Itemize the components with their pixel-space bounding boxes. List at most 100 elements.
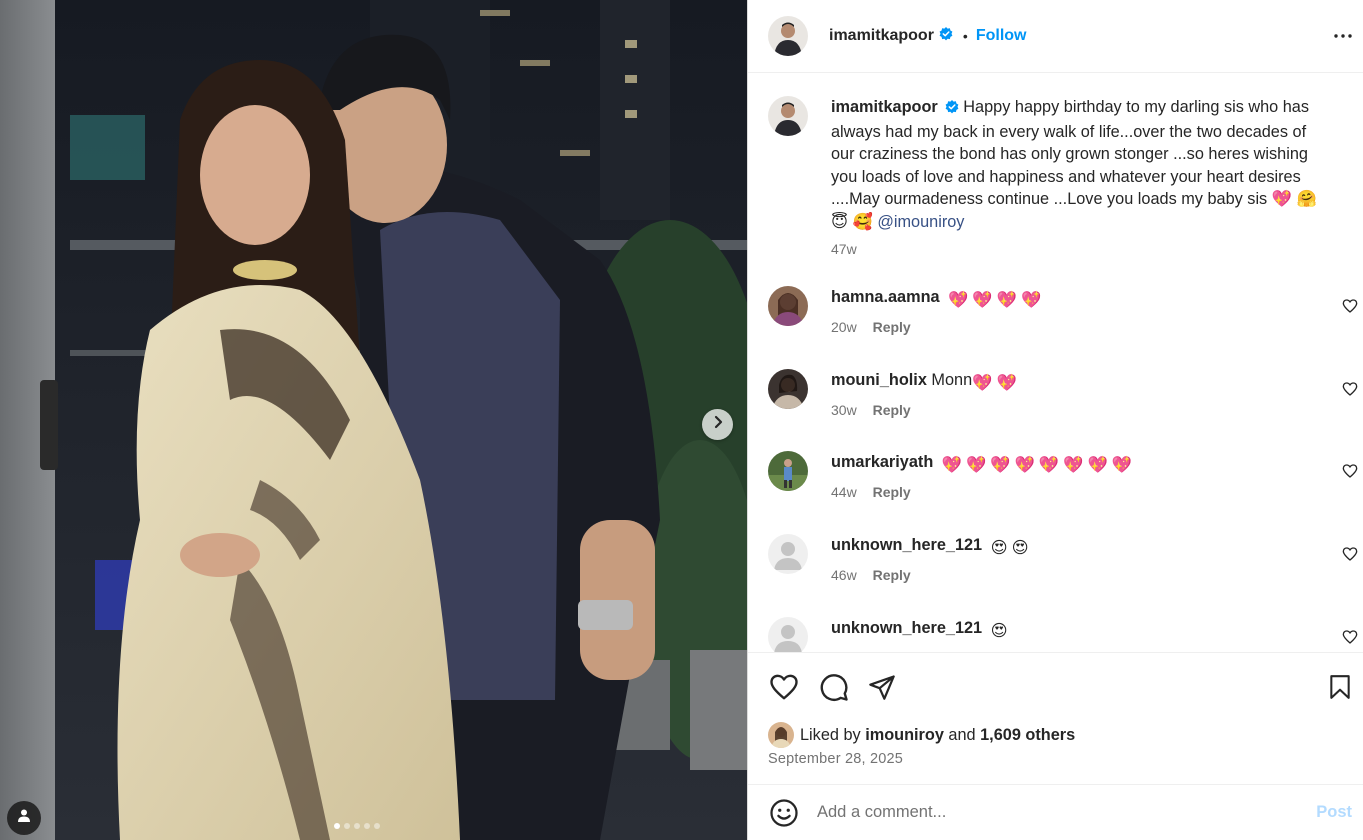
heart-icon[interactable]: [1342, 629, 1358, 645]
carousel-dot: [364, 823, 370, 829]
header-separator: •: [962, 28, 968, 44]
comment-line: hamna.aamna 💖 💖 💖 💖: [831, 286, 1041, 311]
comment-timestamp[interactable]: 20w: [831, 319, 857, 335]
caption-emoji: 💖: [1271, 190, 1293, 208]
paper-plane-icon[interactable]: [866, 671, 898, 703]
comment-emoji: 💖: [1014, 456, 1035, 474]
follow-button[interactable]: Follow: [976, 27, 1027, 45]
comment-emoji: 💖: [1087, 456, 1108, 474]
post-actions: Liked by imouniroy and 1,609 others Sept…: [748, 652, 1363, 784]
carousel-dot: [374, 823, 380, 829]
commenter-avatar[interactable]: [768, 286, 808, 326]
caption-author-avatar[interactable]: [768, 96, 808, 136]
carousel-dot: [334, 823, 340, 829]
comment-timestamp[interactable]: 30w: [831, 402, 857, 418]
comment-username[interactable]: hamna.aamna: [831, 288, 940, 306]
comment-item: unknown_here_121 😍: [768, 617, 1358, 652]
bookmark-icon[interactable]: [1324, 671, 1356, 703]
tagged-people-button[interactable]: [7, 801, 41, 835]
heart-icon[interactable]: [768, 671, 800, 703]
comment-line: unknown_here_121 😍 😍: [831, 534, 1029, 559]
liker-username[interactable]: imouniroy: [865, 726, 944, 745]
comment-body: umarkariyath 💖 💖 💖 💖 💖 💖 💖 💖 44w Reply: [831, 451, 1132, 500]
heart-icon[interactable]: [1342, 298, 1358, 314]
post-photo[interactable]: [0, 0, 747, 840]
comment-emoji: 💖: [941, 456, 963, 474]
next-photo-button[interactable]: [702, 409, 733, 440]
comment-item: hamna.aamna 💖 💖 💖 💖 20w Reply: [768, 286, 1358, 335]
comment-meta: 20w Reply: [831, 319, 1041, 335]
comment-line: unknown_here_121 😍: [831, 617, 1008, 642]
likes-others-link[interactable]: 1,609 others: [980, 726, 1075, 745]
likes-summary: Liked by imouniroy and 1,609 others: [768, 722, 1075, 748]
comment-timestamp[interactable]: 44w: [831, 484, 857, 500]
comments-list[interactable]: imamitkapoor Happy happy birthday to my …: [748, 74, 1363, 652]
author-avatar[interactable]: [768, 16, 808, 56]
comment-emoji: 💖: [972, 374, 993, 392]
comment-emoji: 💖: [948, 291, 969, 309]
verified-badge-icon: [939, 26, 953, 46]
post-date[interactable]: September 28, 2025: [768, 751, 903, 767]
heart-icon[interactable]: [1342, 546, 1358, 562]
photo-scene: [0, 0, 747, 840]
comment-body: hamna.aamna 💖 💖 💖 💖 20w Reply: [831, 286, 1041, 335]
comment-text: Monn: [931, 371, 973, 389]
caption-body: imamitkapoor Happy happy birthday to my …: [831, 96, 1331, 257]
post-comment-button[interactable]: Post: [1316, 803, 1352, 822]
comment-meta: 30w Reply: [831, 402, 1017, 418]
more-options-icon[interactable]: [1331, 24, 1355, 48]
carousel-dot: [354, 823, 360, 829]
caption-emoji: 😇: [831, 212, 848, 231]
reply-button[interactable]: Reply: [873, 484, 911, 500]
caption-timestamp[interactable]: 47w: [831, 241, 1331, 257]
comment-item: umarkariyath 💖 💖 💖 💖 💖 💖 💖 💖 44w Reply: [768, 451, 1358, 500]
post-header: imamitkapoor • Follow: [748, 0, 1363, 73]
commenter-avatar[interactable]: [768, 617, 808, 652]
likes-joiner: and: [948, 725, 976, 744]
caption-username[interactable]: imamitkapoor: [831, 98, 938, 116]
person-icon: [18, 809, 30, 827]
comment-line: mouni_holix Monn💖 💖: [831, 369, 1017, 394]
caption-mention-link[interactable]: @imouniroy: [877, 213, 964, 231]
chevron-right-icon: [711, 415, 725, 434]
comment-line: umarkariyath 💖 💖 💖 💖 💖 💖 💖 💖: [831, 451, 1132, 476]
comment-emoji: 💖: [990, 456, 1011, 474]
comment-username[interactable]: unknown_here_121: [831, 619, 982, 637]
commenter-avatar[interactable]: [768, 369, 808, 409]
comment-emoji: 💖: [966, 456, 987, 474]
comment-emoji: 💖: [1063, 456, 1084, 474]
comment-item: mouni_holix Monn💖 💖 30w Reply: [768, 369, 1358, 418]
caption-text: imamitkapoor Happy happy birthday to my …: [831, 96, 1331, 233]
likes-prefix: Liked by: [800, 725, 861, 744]
heart-icon[interactable]: [1342, 463, 1358, 479]
comment-emoji: 😍: [990, 539, 1008, 557]
carousel-dot: [344, 823, 350, 829]
smiley-icon[interactable]: [768, 797, 800, 829]
comment-item: unknown_here_121 😍 😍 46w Reply: [768, 534, 1358, 583]
comment-username[interactable]: unknown_here_121: [831, 536, 982, 554]
add-comment-bar: Post: [748, 784, 1363, 840]
comment-emoji: 💖: [1020, 291, 1042, 309]
caption-emoji: 🤗: [1296, 190, 1317, 208]
comment-username[interactable]: mouni_holix: [831, 371, 927, 389]
comment-body: unknown_here_121 😍: [831, 617, 1008, 652]
comment-username[interactable]: umarkariyath: [831, 453, 933, 471]
liker-avatar[interactable]: [768, 722, 794, 748]
comment-body: unknown_here_121 😍 😍 46w Reply: [831, 534, 1029, 583]
comment-emoji: 😍: [990, 622, 1008, 640]
reply-button[interactable]: Reply: [873, 402, 911, 418]
comment-body: mouni_holix Monn💖 💖 30w Reply: [831, 369, 1017, 418]
reply-button[interactable]: Reply: [873, 319, 911, 335]
commenter-avatar[interactable]: [768, 451, 808, 491]
comment-emoji: 💖: [996, 291, 1017, 309]
comment-timestamp[interactable]: 46w: [831, 567, 857, 583]
comment-emoji: 💖: [972, 291, 993, 309]
post-caption: imamitkapoor Happy happy birthday to my …: [768, 96, 1331, 257]
author-username[interactable]: imamitkapoor: [829, 27, 934, 45]
reply-button[interactable]: Reply: [873, 567, 911, 583]
comment-input[interactable]: [817, 803, 1287, 822]
verified-badge-icon: [945, 98, 959, 121]
heart-icon[interactable]: [1342, 381, 1358, 397]
comment-icon[interactable]: [818, 671, 850, 703]
commenter-avatar[interactable]: [768, 534, 808, 574]
